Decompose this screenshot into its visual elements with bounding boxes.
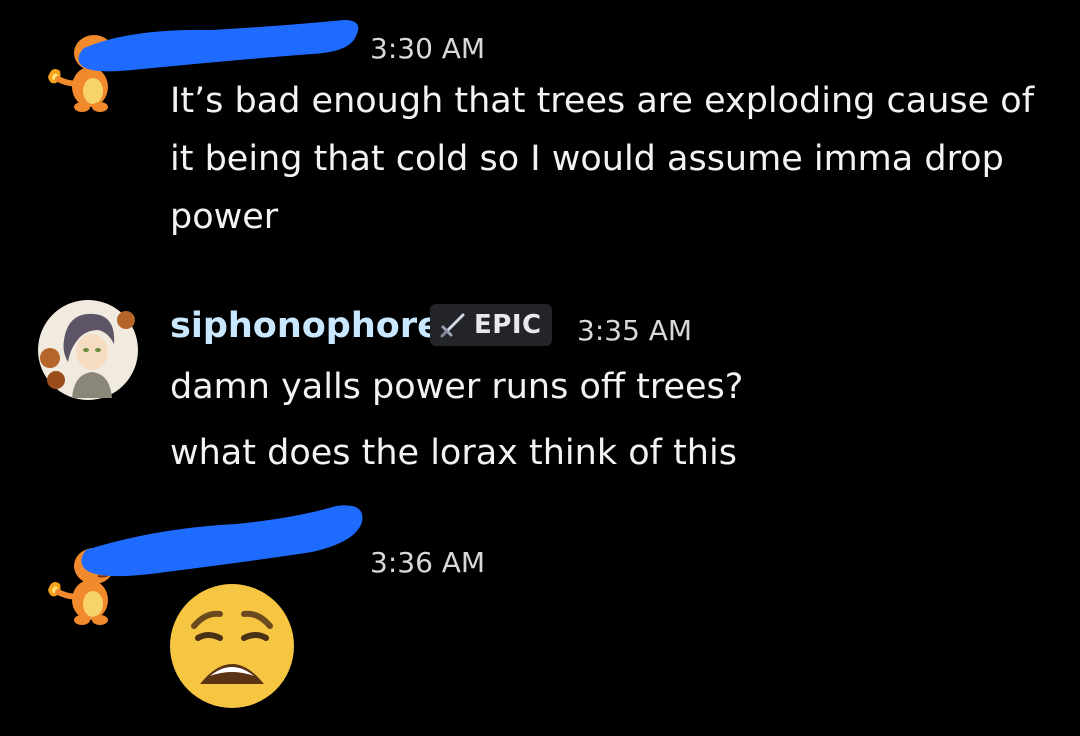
sword-icon: [440, 313, 465, 338]
message-1: 3:30 AM It’s bad enough that trees are e…: [0, 0, 1080, 270]
message-2: siphonophore EPIC 3:35 AM damn yalls pow…: [0, 300, 1080, 500]
chat-log: 3:30 AM It’s bad enough that trees are e…: [0, 0, 1080, 736]
role-badge[interactable]: EPIC: [430, 304, 552, 346]
message-line: what does the lorax think of this: [170, 433, 737, 473]
redacted-username: [78, 20, 359, 72]
message-line: damn yalls power runs off trees?: [170, 367, 744, 407]
message-3: 3:36 AM: [0, 498, 1080, 736]
message-line: power: [170, 197, 279, 237]
badge-label: EPIC: [474, 310, 542, 340]
username[interactable]: siphonophore: [170, 306, 441, 346]
weary-face-emoji-icon: [170, 584, 294, 708]
redacted-username: [81, 505, 363, 577]
user-avatar-icon[interactable]: [38, 300, 138, 400]
message-timestamp: 3:36 AM: [370, 546, 486, 579]
message-line: it being that cold so I would assume imm…: [170, 139, 1004, 179]
message-timestamp: 3:35 AM: [577, 314, 693, 347]
message-content: It’s bad enough that trees are exploding…: [170, 72, 1034, 246]
message-content: damn yalls power runs off trees? what do…: [170, 354, 743, 486]
message-line: It’s bad enough that trees are exploding…: [170, 81, 1035, 121]
message-timestamp: 3:30 AM: [370, 32, 486, 65]
